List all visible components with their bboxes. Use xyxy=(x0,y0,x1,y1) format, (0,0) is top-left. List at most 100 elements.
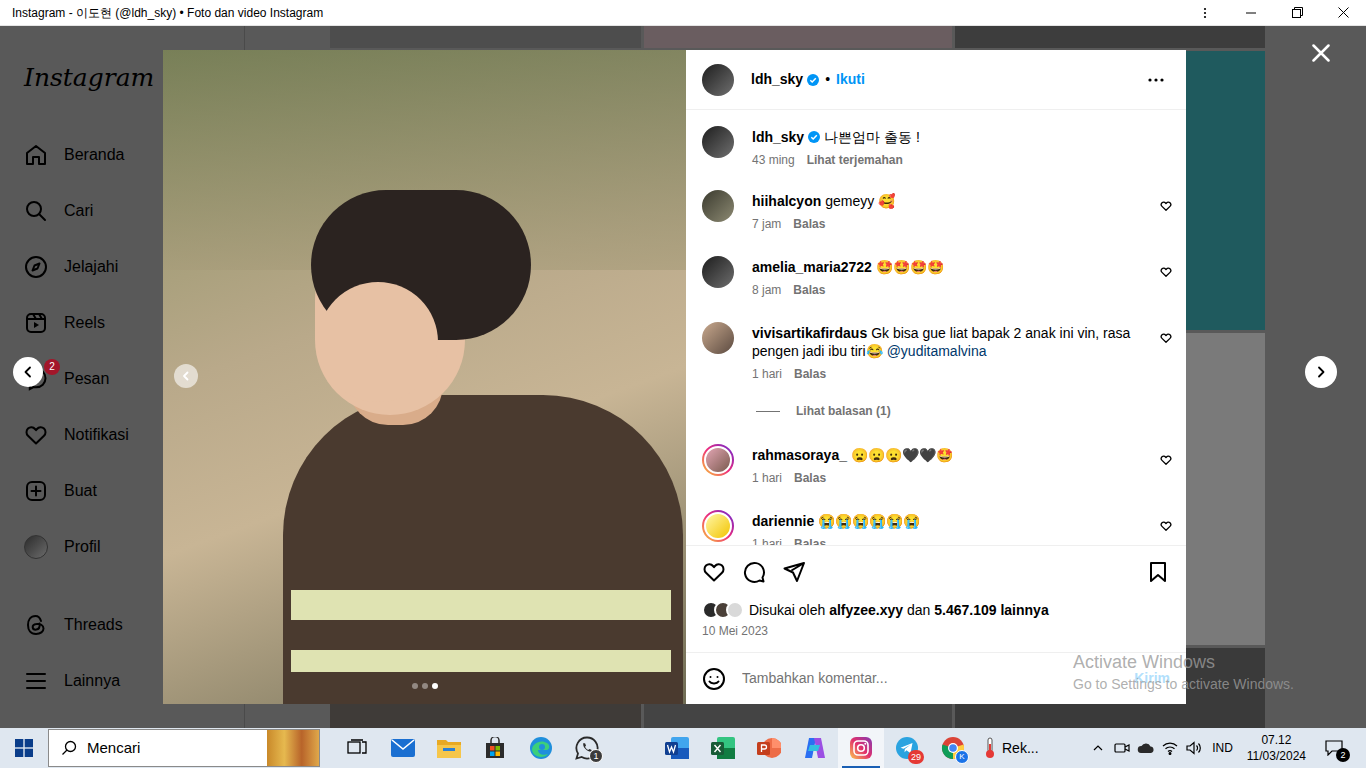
taskbar-search[interactable]: Mencari xyxy=(48,729,320,767)
like-button[interactable] xyxy=(702,560,726,584)
caption-text: 나쁜엄마 출동 ! xyxy=(824,128,920,146)
author-avatar[interactable] xyxy=(702,126,734,158)
system-tray: IND 07.12 11/03/2024 2 xyxy=(1086,728,1366,768)
heart-icon[interactable] xyxy=(1160,266,1172,278)
copilot-app[interactable] xyxy=(792,728,838,768)
store-icon xyxy=(484,737,506,759)
reply-button[interactable]: Balas xyxy=(794,366,826,382)
likes-count[interactable]: 5.467.109 lainnya xyxy=(934,602,1048,618)
running-app[interactable]: Rek... xyxy=(976,728,1045,768)
store-app[interactable] xyxy=(472,728,518,768)
comment-avatar[interactable] xyxy=(702,322,734,354)
reply-button[interactable]: Balas xyxy=(793,216,825,232)
network[interactable] xyxy=(1158,728,1182,768)
restore-icon xyxy=(1292,7,1303,18)
onedrive[interactable] xyxy=(1134,728,1158,768)
telegram-app[interactable]: 29 xyxy=(884,728,930,768)
comment-icon xyxy=(742,560,766,584)
profile-avatar-icon xyxy=(24,535,48,559)
compass-icon xyxy=(24,255,48,279)
comment-time: 7 jam xyxy=(752,216,781,232)
next-post-button[interactable] xyxy=(1305,356,1337,388)
minimize-button[interactable] xyxy=(1228,0,1274,25)
task-view-button[interactable] xyxy=(334,728,380,768)
reply-button[interactable]: Balas xyxy=(794,536,826,545)
close-window-button[interactable] xyxy=(1320,0,1366,25)
input-language[interactable]: IND xyxy=(1206,728,1239,768)
heart-icon[interactable] xyxy=(1160,454,1172,466)
comment-avatar[interactable] xyxy=(702,444,734,476)
close-modal-button[interactable] xyxy=(1309,41,1333,65)
clock[interactable]: 07.12 11/03/2024 xyxy=(1239,728,1314,768)
comment-avatar[interactable] xyxy=(702,510,734,542)
heart-icon xyxy=(24,423,48,447)
comment-username[interactable]: vivisartikafirdaus xyxy=(752,325,867,341)
chevron-right-icon xyxy=(1315,366,1327,378)
powerpoint-app[interactable] xyxy=(746,728,792,768)
taskbar: Mencari 1 xyxy=(0,728,1366,768)
follow-button[interactable]: Ikuti xyxy=(836,69,865,90)
comments-scroll: ldh_sky 나쁜엄마 출동 ! 43 ming Lihat terjemah… xyxy=(686,110,1186,545)
liker-username[interactable]: alfyzee.xyy xyxy=(829,602,903,618)
post-comment-button[interactable]: Kirim xyxy=(1134,668,1170,689)
author-username[interactable]: ldh_sky xyxy=(751,69,803,90)
comment-avatar[interactable] xyxy=(702,256,734,288)
comment: dariennie😭😭😭😭😭😭1 hariBalas xyxy=(702,498,1172,545)
reply-button[interactable]: Balas xyxy=(794,470,826,486)
translate-link[interactable]: Lihat terjemahan xyxy=(807,152,903,168)
edge-app[interactable] xyxy=(518,728,564,768)
copilot-icon xyxy=(803,737,827,759)
mention-link[interactable]: @yuditamalvina xyxy=(887,343,987,359)
restore-button[interactable] xyxy=(1274,0,1320,25)
instagram-logo[interactable]: Instagram xyxy=(24,59,154,97)
whatsapp-app[interactable]: 1 xyxy=(564,728,610,768)
title-bar: Instagram - 이도현 (@ldh_sky) • Foto dan vi… xyxy=(0,0,1366,26)
meet-now[interactable] xyxy=(1110,728,1134,768)
start-button[interactable] xyxy=(0,728,48,768)
emoji-icon[interactable] xyxy=(702,667,726,691)
comment-username[interactable]: rahmasoraya_ xyxy=(752,447,847,463)
heart-icon[interactable] xyxy=(1160,332,1172,344)
whatsapp-badge: 1 xyxy=(589,749,603,763)
word-icon xyxy=(665,737,689,759)
save-button[interactable] xyxy=(1146,560,1170,584)
comment-username[interactable]: hiihalcyon xyxy=(752,193,821,209)
author-avatar[interactable] xyxy=(702,64,734,96)
show-hidden-icons[interactable] xyxy=(1086,728,1110,768)
heart-icon[interactable] xyxy=(1160,200,1172,212)
mail-app[interactable] xyxy=(380,728,426,768)
previous-post-button[interactable] xyxy=(13,357,43,387)
carousel-dots xyxy=(163,683,686,689)
instagram-app[interactable] xyxy=(838,728,884,768)
comment-username[interactable]: dariennie xyxy=(752,513,814,529)
reply-button[interactable]: Balas xyxy=(793,282,825,298)
comment-text: 😭😭😭😭😭😭 xyxy=(818,513,920,529)
comment-input[interactable] xyxy=(742,668,1126,689)
post-footer: Disukai oleh alfyzee.xyy dan 5.467.109 l… xyxy=(686,545,1186,652)
comment: vivisartikafirdausGk bisa gue liat bapak… xyxy=(702,310,1172,432)
minimize-icon xyxy=(1246,8,1256,18)
photo-previous-button[interactable] xyxy=(174,364,198,388)
windows-icon xyxy=(15,739,33,757)
task-view-icon xyxy=(347,739,367,757)
action-center[interactable]: 2 xyxy=(1314,728,1354,768)
heart-icon[interactable] xyxy=(1160,520,1172,532)
home-icon xyxy=(24,143,48,167)
comment-avatar[interactable] xyxy=(702,190,734,222)
caption-username[interactable]: ldh_sky xyxy=(752,128,804,146)
word-app[interactable] xyxy=(654,728,700,768)
screen: Instagram - 이도현 (@ldh_sky) • Foto dan vi… xyxy=(0,0,1366,768)
post-options-button[interactable] xyxy=(1144,68,1168,92)
search-highlight-image xyxy=(267,730,319,766)
comment-text: gemeyy 🥰 xyxy=(825,193,895,209)
file-explorer-app[interactable] xyxy=(426,728,472,768)
view-replies[interactable]: Lihat balasan (1) xyxy=(752,402,1142,420)
chrome-app[interactable]: K xyxy=(930,728,976,768)
share-button[interactable] xyxy=(782,560,806,584)
comment-button[interactable] xyxy=(742,560,766,584)
close-icon xyxy=(1312,44,1330,62)
excel-app[interactable] xyxy=(700,728,746,768)
volume[interactable] xyxy=(1182,728,1206,768)
menu-button[interactable] xyxy=(1182,0,1228,25)
comment-username[interactable]: amelia_maria2722 xyxy=(752,259,872,275)
